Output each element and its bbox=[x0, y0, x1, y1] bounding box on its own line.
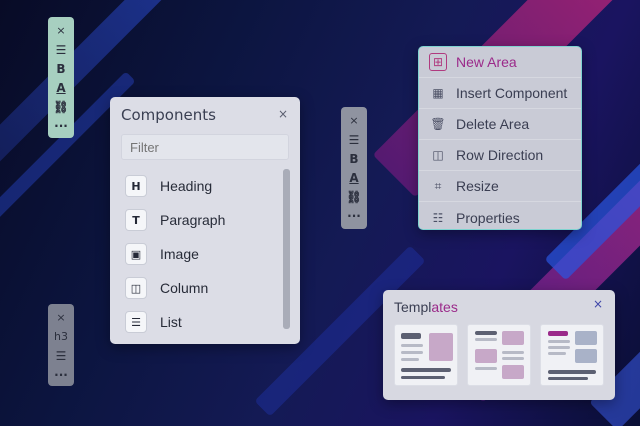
close-icon[interactable]: × bbox=[593, 297, 603, 311]
menu-item-label: Insert Component bbox=[456, 85, 568, 101]
component-item-label: Column bbox=[160, 280, 209, 296]
heading-icon: H bbox=[125, 175, 147, 197]
component-item-image[interactable]: ▣ Image bbox=[125, 241, 285, 267]
new-area-icon: ⊞ bbox=[429, 53, 447, 71]
menu-item-insert-component[interactable]: ▦ Insert Component bbox=[419, 78, 581, 109]
text-color-icon[interactable]: A bbox=[48, 78, 74, 97]
text-format-toolbar-a: × ☰ B A ⛓ ··· bbox=[48, 17, 74, 138]
close-icon[interactable]: × bbox=[48, 21, 74, 40]
menu-item-label: Resize bbox=[456, 178, 499, 194]
menu-item-label: Delete Area bbox=[456, 116, 530, 132]
text-format-toolbar-b: × ☰ B A ⛓ ··· bbox=[341, 107, 367, 229]
templates-title: Templates bbox=[394, 299, 458, 315]
bold-icon[interactable]: B bbox=[48, 59, 74, 78]
row-direction-icon: ◫ bbox=[432, 148, 444, 162]
menu-item-label: New Area bbox=[456, 54, 517, 70]
link-icon[interactable]: ⛓ bbox=[48, 97, 74, 116]
filter-input[interactable] bbox=[121, 134, 289, 160]
templates-panel: Templates × bbox=[383, 290, 615, 400]
component-item-label: Image bbox=[160, 246, 199, 262]
component-item-list[interactable]: ☰ List bbox=[125, 309, 285, 335]
heading-level-label[interactable]: h3 bbox=[48, 327, 74, 346]
menu-item-resize[interactable]: ⌗ Resize bbox=[419, 171, 581, 202]
menu-item-label: Row Direction bbox=[456, 147, 544, 163]
components-title: Components bbox=[121, 106, 216, 124]
component-item-label: Paragraph bbox=[160, 212, 226, 228]
crop-icon: ⌗ bbox=[434, 178, 442, 193]
image-icon: ▣ bbox=[125, 243, 147, 265]
component-item-label: Heading bbox=[160, 178, 213, 194]
more-icon[interactable]: ··· bbox=[48, 365, 74, 384]
area-context-menu: ⊞ New Area ▦ Insert Component 🗑 Delete Area ◫ R… bbox=[418, 46, 582, 230]
template-thumbnail[interactable] bbox=[394, 324, 458, 386]
component-item-label: List bbox=[160, 314, 182, 330]
components-panel: Components × H Heading T Paragraph ▣ Image ◫ Co… bbox=[110, 97, 300, 344]
insert-component-icon: ▦ bbox=[432, 86, 444, 100]
align-left-icon[interactable]: ☰ bbox=[48, 346, 74, 365]
close-icon[interactable]: × bbox=[48, 308, 74, 327]
more-icon[interactable]: ··· bbox=[341, 206, 367, 225]
close-icon[interactable]: × bbox=[341, 111, 367, 130]
close-icon[interactable]: × bbox=[278, 107, 288, 121]
more-icon[interactable]: ··· bbox=[48, 116, 74, 135]
bold-icon[interactable]: B bbox=[341, 149, 367, 168]
sliders-icon: ☷ bbox=[432, 210, 444, 225]
trash-icon: 🗑 bbox=[430, 117, 446, 131]
scrollbar-thumb[interactable] bbox=[283, 169, 290, 329]
components-scrollbar[interactable] bbox=[283, 169, 290, 329]
menu-item-row-direction[interactable]: ◫ Row Direction bbox=[419, 140, 581, 171]
paragraph-icon: T bbox=[125, 209, 147, 231]
component-item-paragraph[interactable]: T Paragraph bbox=[125, 207, 285, 233]
list-icon: ☰ bbox=[125, 311, 147, 333]
align-left-icon[interactable]: ☰ bbox=[341, 130, 367, 149]
template-thumbnail[interactable] bbox=[467, 324, 531, 386]
menu-item-properties[interactable]: ☷ Properties bbox=[419, 202, 581, 233]
column-icon: ◫ bbox=[125, 277, 147, 299]
template-thumbnail[interactable] bbox=[540, 324, 604, 386]
text-color-icon[interactable]: A bbox=[341, 168, 367, 187]
list-icon[interactable]: ☰ bbox=[48, 40, 74, 59]
component-item-heading[interactable]: H Heading bbox=[125, 173, 285, 199]
menu-item-new-area[interactable]: ⊞ New Area bbox=[419, 47, 581, 78]
component-item-column[interactable]: ◫ Column bbox=[125, 275, 285, 301]
menu-item-delete-area[interactable]: 🗑 Delete Area bbox=[419, 109, 581, 140]
link-icon[interactable]: ⛓ bbox=[341, 187, 367, 206]
heading-toolbar: × h3 ☰ ··· bbox=[48, 304, 74, 386]
menu-item-label: Properties bbox=[456, 209, 520, 226]
